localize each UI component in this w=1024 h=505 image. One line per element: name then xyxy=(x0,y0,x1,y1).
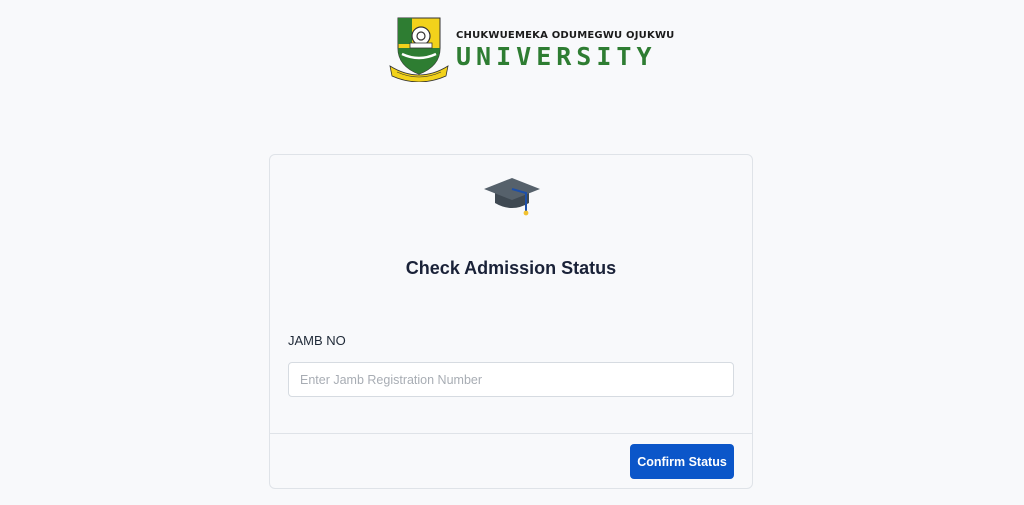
logo-text: CHUKWUEMEKA ODUMEGWU OJUKWU UNIVERSITY xyxy=(456,26,675,71)
university-name-line1: CHUKWUEMEKA ODUMEGWU OJUKWU xyxy=(456,29,675,41)
card-divider xyxy=(270,433,752,434)
page: CHUKWUEMEKA ODUMEGWU OJUKWU UNIVERSITY C… xyxy=(0,0,1024,505)
jamb-number-input[interactable] xyxy=(288,362,734,397)
university-logo: CHUKWUEMEKA ODUMEGWU OJUKWU UNIVERSITY xyxy=(388,14,675,82)
card-title: Check Admission Status xyxy=(405,258,617,278)
confirm-status-button[interactable]: Confirm Status xyxy=(630,444,734,479)
university-name-line2: UNIVERSITY xyxy=(456,41,657,71)
university-crest-icon xyxy=(389,17,449,82)
admission-status-card: Check Admission Status JAMB NO Confirm S… xyxy=(269,154,753,489)
graduation-cap-icon xyxy=(484,178,540,216)
jamb-no-label: JAMB NO xyxy=(288,333,346,348)
